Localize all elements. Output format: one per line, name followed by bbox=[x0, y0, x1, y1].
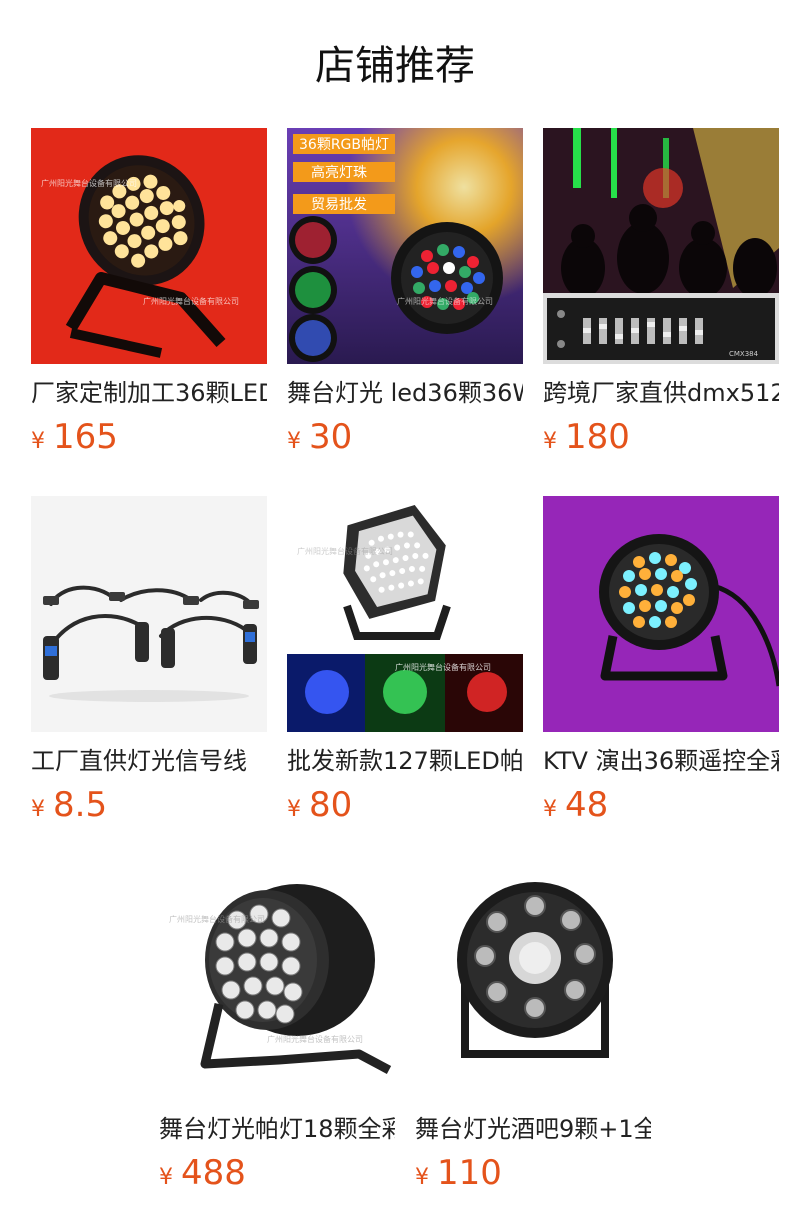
svg-text:广州阳光舞台设备有限公司: 广州阳光舞台设备有限公司 bbox=[267, 1034, 363, 1044]
product-image[interactable]: 36颗RGB帕灯 高亮灯珠 贸易批发 广州阳光舞台设备有限公司 bbox=[287, 128, 523, 364]
product-name[interactable]: 舞台灯光 led36颗36W帕灯 bbox=[287, 376, 523, 410]
currency-symbol: ¥ bbox=[543, 429, 557, 454]
product-price: ¥110 bbox=[415, 1150, 651, 1202]
product-name[interactable]: 工厂直供灯光信号线 bbox=[31, 744, 267, 778]
product-card[interactable]: 工厂直供灯光信号线 ¥8.5 bbox=[31, 496, 267, 834]
currency-symbol: ¥ bbox=[159, 1165, 173, 1190]
product-image[interactable]: 广州阳光舞台设备有限公司 广州阳光舞台设备有限公司 bbox=[31, 128, 267, 364]
svg-text:CMX384: CMX384 bbox=[729, 350, 759, 358]
product-name[interactable]: 舞台灯光帕灯18颗全彩 bbox=[159, 1112, 395, 1146]
product-price: ¥80 bbox=[287, 782, 523, 834]
svg-text:36颗RGB帕灯: 36颗RGB帕灯 bbox=[299, 137, 389, 153]
product-image[interactable] bbox=[415, 864, 651, 1100]
product-image[interactable] bbox=[31, 496, 267, 732]
page-title: 店铺推荐 bbox=[315, 43, 475, 89]
price-value: 8.5 bbox=[53, 785, 108, 825]
svg-text:贸易批发: 贸易批发 bbox=[311, 197, 367, 213]
product-name[interactable]: 舞台灯光酒吧9颗+1全彩帕灯 bbox=[415, 1112, 651, 1146]
product-card[interactable]: 广州阳光舞台设备有限公司 广州阳光舞台设备有限公司 厂家定制加工36颗LED帕灯… bbox=[31, 128, 267, 466]
currency-symbol: ¥ bbox=[31, 797, 45, 822]
product-price: ¥48 bbox=[543, 782, 779, 834]
product-price: ¥488 bbox=[159, 1150, 395, 1202]
svg-text:广州阳光舞台设备有限公司: 广州阳光舞台设备有限公司 bbox=[395, 662, 491, 672]
product-price: ¥30 bbox=[287, 414, 523, 466]
product-name[interactable]: 跨境厂家直供dmx512控台 bbox=[543, 376, 779, 410]
price-value: 165 bbox=[53, 417, 118, 457]
price-value: 80 bbox=[309, 785, 353, 825]
product-price: ¥180 bbox=[543, 414, 779, 466]
product-card[interactable]: KTV 演出36颗遥控全彩帕灯 ¥48 bbox=[543, 496, 779, 834]
product-name[interactable]: KTV 演出36颗遥控全彩帕灯 bbox=[543, 744, 779, 778]
svg-text:广州阳光舞台设备有限公司: 广州阳光舞台设备有限公司 bbox=[169, 914, 265, 924]
product-card[interactable]: CMX384 跨境厂家直供dmx512控台 ¥180 bbox=[543, 128, 779, 466]
svg-text:广州阳光舞台设备有限公司: 广州阳光舞台设备有限公司 bbox=[143, 296, 239, 306]
product-price: ¥165 bbox=[31, 414, 267, 466]
svg-text:高亮灯珠: 高亮灯珠 bbox=[311, 164, 367, 181]
svg-text:广州阳光舞台设备有限公司: 广州阳光舞台设备有限公司 bbox=[297, 546, 393, 556]
svg-text:广州阳光舞台设备有限公司: 广州阳光舞台设备有限公司 bbox=[41, 178, 137, 188]
price-value: 48 bbox=[565, 785, 609, 825]
product-image[interactable]: 广州阳光舞台设备有限公司 广州阳光舞台设备有限公司 bbox=[287, 496, 523, 732]
product-card[interactable]: 广州阳光舞台设备有限公司 广州阳光舞台设备有限公司 舞台灯光帕灯18颗全彩 ¥4… bbox=[159, 864, 395, 1202]
currency-symbol: ¥ bbox=[31, 429, 45, 454]
currency-symbol: ¥ bbox=[415, 1165, 429, 1190]
product-price: ¥8.5 bbox=[31, 782, 267, 834]
currency-symbol: ¥ bbox=[287, 429, 301, 454]
svg-text:广州阳光舞台设备有限公司: 广州阳光舞台设备有限公司 bbox=[397, 296, 493, 306]
product-name[interactable]: 批发新款127颗LED帕灯 bbox=[287, 744, 523, 778]
product-card[interactable]: 舞台灯光酒吧9颗+1全彩帕灯 ¥110 bbox=[415, 864, 651, 1202]
product-name[interactable]: 厂家定制加工36颗LED帕灯 bbox=[31, 376, 267, 410]
price-value: 30 bbox=[309, 417, 353, 457]
product-image[interactable]: CMX384 bbox=[543, 128, 779, 364]
currency-symbol: ¥ bbox=[287, 797, 301, 822]
product-card[interactable]: 广州阳光舞台设备有限公司 广州阳光舞台设备有限公司 批发新款127颗LED帕灯 … bbox=[287, 496, 523, 834]
product-image[interactable]: 广州阳光舞台设备有限公司 广州阳光舞台设备有限公司 bbox=[159, 864, 395, 1100]
product-image[interactable] bbox=[543, 496, 779, 732]
price-value: 110 bbox=[437, 1153, 502, 1193]
price-value: 488 bbox=[181, 1153, 246, 1193]
price-value: 180 bbox=[565, 417, 630, 457]
currency-symbol: ¥ bbox=[543, 797, 557, 822]
product-card[interactable]: 36颗RGB帕灯 高亮灯珠 贸易批发 广州阳光舞台设备有限公司 舞台灯光 led… bbox=[287, 128, 523, 466]
